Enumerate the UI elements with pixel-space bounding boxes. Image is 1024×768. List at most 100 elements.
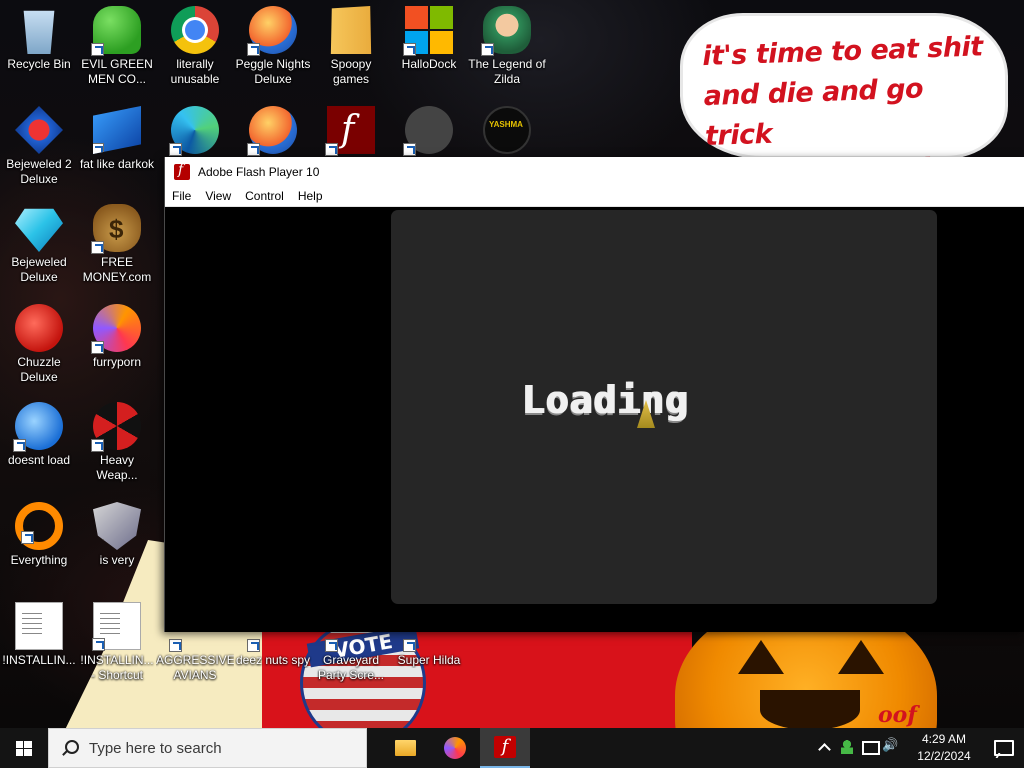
green-men-icon bbox=[91, 6, 141, 56]
desktop-icon-chuzzle[interactable]: Chuzzle Deluxe bbox=[0, 300, 78, 392]
windows-shield-icon bbox=[403, 6, 453, 56]
zilda-icon bbox=[481, 6, 531, 56]
flash-player-icon bbox=[174, 162, 190, 180]
shortcut-arrow-icon bbox=[325, 639, 338, 652]
desktop-icon-label: Graveyard Party Scre... bbox=[317, 653, 385, 682]
shortcut-arrow-icon bbox=[91, 241, 104, 254]
shortcut-arrow-icon bbox=[169, 143, 182, 156]
desktop-icon-label: Recycle Bin bbox=[7, 57, 71, 71]
menu-view[interactable]: View bbox=[198, 186, 238, 206]
shortcut-arrow-icon bbox=[247, 43, 260, 56]
shortcut-arrow-icon bbox=[15, 241, 26, 252]
taskbar-file-explorer[interactable] bbox=[380, 728, 430, 768]
desktop-icon-label: Bejeweled 2 Deluxe bbox=[6, 157, 72, 186]
desktop-icon-spoopy-games[interactable]: Spoopy games bbox=[312, 2, 390, 94]
taskbar-search-box[interactable]: Type here to search bbox=[48, 728, 367, 768]
shortcut-arrow-icon bbox=[403, 143, 416, 156]
desktop-icon-label: Heavy Weap... bbox=[96, 453, 138, 482]
shortcut-arrow-icon bbox=[403, 639, 416, 652]
desktop-icon-label: AGGRESSIVE AVIANS bbox=[156, 653, 234, 682]
shortcut-arrow-icon bbox=[91, 341, 104, 354]
menu-file[interactable]: File bbox=[165, 186, 198, 206]
shortcut-arrow-icon bbox=[93, 143, 104, 154]
windows-logo-icon bbox=[16, 741, 32, 756]
loading-text: Loading bbox=[521, 378, 689, 422]
desktop-icon-free-money[interactable]: FREE MONEY.com bbox=[78, 200, 156, 292]
desktop-icon-fat-like-darkok[interactable]: fat like darkok bbox=[78, 102, 156, 194]
desktop-icon-installing-shortcut[interactable]: !INSTALLIN... - Shortcut bbox=[78, 598, 156, 690]
shortcut-arrow-icon bbox=[247, 143, 260, 156]
desktop-icon-label: is very bbox=[99, 553, 135, 567]
firefox-icon bbox=[91, 304, 141, 354]
desktop-icon-label: !INSTALLIN... bbox=[2, 653, 76, 667]
gem-icon bbox=[15, 208, 63, 252]
shortcut-arrow-icon bbox=[92, 638, 105, 651]
radiation-icon bbox=[91, 402, 141, 452]
desktop-icon-recycle-bin[interactable]: Recycle Bin bbox=[0, 2, 78, 94]
mpl-icon bbox=[93, 106, 141, 154]
shield-logo-icon bbox=[93, 502, 141, 550]
taskbar-firefox[interactable] bbox=[430, 728, 480, 768]
desktop-icon-bejeweled[interactable]: Bejeweled Deluxe bbox=[0, 200, 78, 292]
desktop-icon-label: The Legend of Zilda bbox=[468, 57, 546, 86]
desktop-icon-label: doesnt load bbox=[7, 453, 71, 467]
window-menubar: File View Control Help bbox=[165, 186, 1024, 207]
desktop-icon-installing[interactable]: !INSTALLIN... bbox=[0, 598, 78, 690]
shortcut-arrow-icon bbox=[21, 531, 34, 544]
desktop-icon-label: Peggle Nights Deluxe bbox=[235, 57, 311, 86]
desktop-icon-everything[interactable]: Everything bbox=[0, 498, 78, 590]
wallpaper-corner-text: oof bbox=[878, 702, 917, 728]
clock-time: 4:29 AM bbox=[921, 732, 967, 746]
desktop-icon-peggle-nights[interactable]: Peggle Nights Deluxe bbox=[234, 2, 312, 94]
shortcut-arrow-icon bbox=[91, 43, 104, 56]
desktop-icon-label: deez nuts spy bbox=[235, 653, 311, 667]
folder-icon bbox=[330, 6, 372, 54]
desktop-icon-label: FREE MONEY.com bbox=[82, 255, 152, 284]
shortcut-arrow-icon bbox=[13, 439, 26, 452]
show-hidden-icons-chevron-icon[interactable] bbox=[814, 728, 836, 768]
taskbar-clock[interactable]: 4:29 AM 12/2/2024 bbox=[908, 731, 980, 765]
network-icon[interactable] bbox=[858, 728, 880, 768]
shortcut-arrow-icon bbox=[93, 539, 104, 550]
desktop-icon-label: Bejeweled Deluxe bbox=[11, 255, 67, 284]
thunderbird-icon bbox=[13, 402, 63, 452]
desktop-icon-label: Super Hilda bbox=[397, 653, 461, 667]
desktop-icon-label: Chuzzle Deluxe bbox=[17, 355, 61, 384]
taskbar-flash-player[interactable] bbox=[480, 728, 530, 768]
desktop-icon-is-very[interactable]: is very bbox=[78, 498, 156, 590]
system-tray: 4:29 AM 12/2/2024 bbox=[814, 728, 1024, 768]
peggle-icon bbox=[247, 6, 297, 56]
people-icon[interactable] bbox=[836, 728, 858, 768]
desktop-icon-heavy-weapon[interactable]: Heavy Weap... bbox=[78, 398, 156, 490]
pumpkin-mouth bbox=[760, 690, 860, 728]
desktop-icon-label: HalloDock bbox=[401, 57, 457, 71]
desktop-icon-label: Spoopy games bbox=[330, 57, 372, 86]
desktop-icon-bejeweled-2[interactable]: Bejeweled 2 Deluxe bbox=[0, 102, 78, 194]
flash-player-window[interactable]: Adobe Flash Player 10 File View Control … bbox=[164, 157, 1024, 632]
windows-shield-icon bbox=[403, 106, 453, 156]
desktop-icon-evil-green-men[interactable]: EVIL GREEN MEN CO... bbox=[78, 2, 156, 94]
desktop-icon-literally-unusable[interactable]: literally unusable bbox=[156, 2, 234, 94]
menu-control[interactable]: Control bbox=[238, 186, 291, 206]
desktop-icon-legend-of-zilda[interactable]: The Legend of Zilda bbox=[468, 2, 546, 94]
flash-stage[interactable]: Loading bbox=[391, 210, 937, 604]
window-titlebar[interactable]: Adobe Flash Player 10 bbox=[165, 157, 1024, 186]
document-icon bbox=[15, 602, 63, 650]
notification-center-icon[interactable] bbox=[980, 728, 1024, 768]
desktop-icon-doesnt-load[interactable]: doesnt load bbox=[0, 398, 78, 490]
volume-icon[interactable] bbox=[880, 728, 902, 768]
everything-icon bbox=[15, 502, 63, 550]
bejeweled2-icon bbox=[15, 106, 63, 154]
shortcut-arrow-icon bbox=[481, 43, 494, 56]
recycle-bin-icon bbox=[23, 10, 55, 54]
shortcut-arrow-icon bbox=[325, 143, 338, 156]
window-title: Adobe Flash Player 10 bbox=[198, 164, 320, 179]
desktop-icon-hallodock[interactable]: HalloDock bbox=[390, 2, 468, 94]
menu-help[interactable]: Help bbox=[291, 186, 330, 206]
start-button[interactable] bbox=[0, 728, 48, 768]
shortcut-arrow-icon bbox=[247, 639, 260, 652]
chuzzle-icon bbox=[15, 304, 63, 352]
desktop-icon-label: fat like darkok bbox=[79, 157, 155, 171]
desktop-icon-furryporn[interactable]: furryporn bbox=[78, 300, 156, 392]
edge-icon bbox=[169, 106, 219, 156]
